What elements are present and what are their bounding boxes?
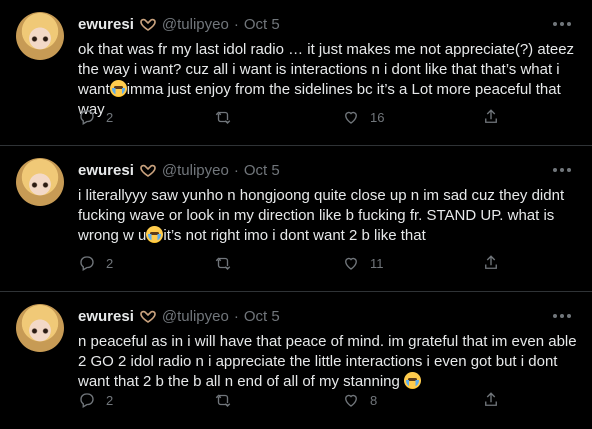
retweet-button[interactable] xyxy=(214,252,254,274)
author-handle[interactable]: @tulipyeo xyxy=(162,308,229,325)
heart-icon xyxy=(345,257,357,270)
avatar[interactable] xyxy=(16,158,64,206)
tweet-actions: 2 16 xyxy=(78,106,508,128)
heart-hands-icon xyxy=(139,17,157,31)
loudly-crying-emoji xyxy=(109,80,127,97)
retweet-button[interactable] xyxy=(214,389,254,411)
share-button[interactable] xyxy=(482,389,500,411)
like-button[interactable]: 16 xyxy=(342,106,384,128)
reply-count: 2 xyxy=(106,109,114,125)
tweet-actions: 2 11 xyxy=(78,252,508,274)
retweet-icon xyxy=(215,257,231,270)
author-handle[interactable]: @tulipyeo xyxy=(162,162,229,179)
reply-button[interactable]: 2 xyxy=(78,106,118,128)
tweet-date[interactable]: Oct 5 xyxy=(244,16,280,33)
tweet-date[interactable]: Oct 5 xyxy=(244,308,280,325)
share-icon xyxy=(485,255,497,269)
reply-count: 2 xyxy=(106,255,114,271)
like-count: 8 xyxy=(370,392,378,408)
dot-separator: · xyxy=(233,161,239,179)
author-handle[interactable]: @tulipyeo xyxy=(162,16,229,33)
share-icon xyxy=(485,109,497,123)
author-name[interactable]: ewuresi xyxy=(78,16,134,33)
like-button[interactable]: 11 xyxy=(342,252,384,274)
tweet[interactable]: ewuresi @tulipyeo · Oct 5 n peaceful as … xyxy=(0,292,592,429)
tweet[interactable]: ewuresi @tulipyeo · Oct 5 ok that was fr… xyxy=(0,0,592,146)
tweet-text: n peaceful as in i will have that peace … xyxy=(78,332,578,392)
tweet[interactable]: ewuresi @tulipyeo · Oct 5 i literallyyy … xyxy=(0,146,592,292)
tweet-header: ewuresi @tulipyeo · Oct 5 xyxy=(78,306,280,326)
more-options-icon[interactable] xyxy=(548,156,576,184)
tweet-header: ewuresi @tulipyeo · Oct 5 xyxy=(78,14,280,34)
retweet-icon xyxy=(215,394,231,407)
reply-icon xyxy=(80,393,94,408)
author-name[interactable]: ewuresi xyxy=(78,308,134,325)
dot-separator: · xyxy=(233,307,239,325)
loudly-crying-emoji xyxy=(146,226,164,243)
reply-icon xyxy=(80,256,94,271)
heart-hands-icon xyxy=(139,163,157,177)
avatar[interactable] xyxy=(16,12,64,60)
reply-button[interactable]: 2 xyxy=(78,389,118,411)
like-count: 16 xyxy=(370,109,385,125)
heart-icon xyxy=(345,394,357,407)
tweet-text: i literallyyy saw yunho n hongjoong quit… xyxy=(78,186,578,246)
heart-icon xyxy=(345,111,357,124)
reply-count: 2 xyxy=(106,392,114,408)
tweet-thread: ewuresi @tulipyeo · Oct 5 ok that was fr… xyxy=(0,0,592,429)
share-button[interactable] xyxy=(482,106,500,128)
tweet-date[interactable]: Oct 5 xyxy=(244,162,280,179)
reply-button[interactable]: 2 xyxy=(78,252,118,274)
avatar[interactable] xyxy=(16,304,64,352)
tweet-header: ewuresi @tulipyeo · Oct 5 xyxy=(78,160,280,180)
author-name[interactable]: ewuresi xyxy=(78,162,134,179)
tweet-actions: 2 8 xyxy=(78,389,508,411)
reply-icon xyxy=(80,110,94,125)
share-icon xyxy=(485,392,497,406)
tweet-text-segment: n peaceful as in i will have that peace … xyxy=(78,333,581,390)
share-button[interactable] xyxy=(482,252,500,274)
retweet-icon xyxy=(215,111,231,124)
like-button[interactable]: 8 xyxy=(342,389,382,411)
dot-separator: · xyxy=(233,15,239,33)
more-options-icon[interactable] xyxy=(548,302,576,330)
heart-hands-icon xyxy=(139,309,157,323)
retweet-button[interactable] xyxy=(214,106,254,128)
like-count: 11 xyxy=(370,255,384,271)
tweet-text-segment: it’s not right imo i dont want 2 b like … xyxy=(163,227,426,244)
more-options-icon[interactable] xyxy=(548,10,576,38)
loudly-crying-emoji xyxy=(404,372,422,389)
